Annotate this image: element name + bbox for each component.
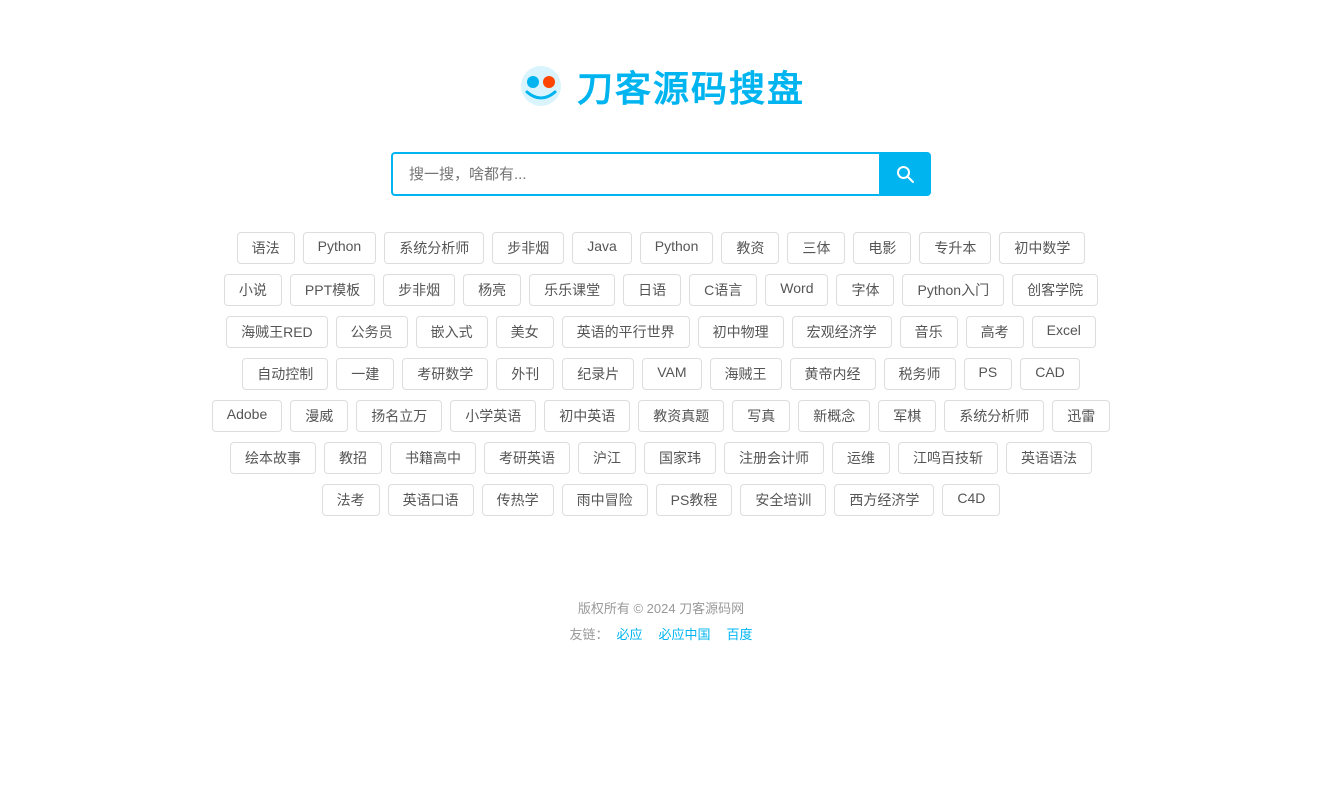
tag-item[interactable]: 宏观经济学 xyxy=(792,316,892,348)
tag-item[interactable]: 教招 xyxy=(324,442,382,474)
tag-item[interactable]: 电影 xyxy=(853,232,911,264)
tag-item[interactable]: 漫威 xyxy=(290,400,348,432)
tag-item[interactable]: 步非烟 xyxy=(383,274,455,306)
tag-item[interactable]: 绘本故事 xyxy=(230,442,316,474)
tag-item[interactable]: 江鸣百技斩 xyxy=(898,442,998,474)
tag-item[interactable]: 英语口语 xyxy=(388,484,474,516)
tags-container: 语法Python系统分析师步非烟JavaPython教资三体电影专升本初中数学小… xyxy=(211,232,1111,516)
tag-item[interactable]: 美女 xyxy=(496,316,554,348)
tag-item[interactable]: Python xyxy=(640,232,714,264)
tag-item[interactable]: 教资 xyxy=(721,232,779,264)
tag-item[interactable]: 考研数学 xyxy=(402,358,488,390)
tag-item[interactable]: 高考 xyxy=(966,316,1024,348)
tag-item[interactable]: 专升本 xyxy=(919,232,991,264)
logo-area: 刀客源码搜盘 xyxy=(517,60,805,112)
tag-item[interactable]: 英语语法 xyxy=(1006,442,1092,474)
tag-item[interactable]: PS教程 xyxy=(656,484,733,516)
tag-item[interactable]: 日语 xyxy=(623,274,681,306)
footer-link-baidu[interactable]: 百度 xyxy=(727,622,753,648)
footer: 版权所有 © 2024 刀客源码网 友链： 必应 必应中国 百度 xyxy=(569,596,752,648)
tag-item[interactable]: 杨亮 xyxy=(463,274,521,306)
footer-link-bingying[interactable]: 必应 xyxy=(616,622,642,648)
tag-item[interactable]: Python xyxy=(303,232,377,264)
tag-item[interactable]: PS xyxy=(964,358,1013,390)
tag-item[interactable]: 字体 xyxy=(836,274,894,306)
tag-item[interactable]: 语法 xyxy=(237,232,295,264)
tag-item[interactable]: C语言 xyxy=(689,274,757,306)
tag-item[interactable]: 步非烟 xyxy=(492,232,564,264)
tag-item[interactable]: Java xyxy=(572,232,632,264)
tag-item[interactable]: 扬名立万 xyxy=(356,400,442,432)
tag-item[interactable]: 小学英语 xyxy=(450,400,536,432)
tag-item[interactable]: 嵌入式 xyxy=(416,316,488,348)
tag-item[interactable]: 注册会计师 xyxy=(724,442,824,474)
tag-item[interactable]: 初中物理 xyxy=(698,316,784,348)
tag-item[interactable]: 小说 xyxy=(224,274,282,306)
footer-links: 友链： 必应 必应中国 百度 xyxy=(569,622,752,648)
tag-item[interactable]: 系统分析师 xyxy=(384,232,484,264)
site-title: 刀客源码搜盘 xyxy=(577,60,805,112)
tag-item[interactable]: 运维 xyxy=(832,442,890,474)
tag-item[interactable]: 公务员 xyxy=(336,316,408,348)
tag-item[interactable]: 创客学院 xyxy=(1012,274,1098,306)
tag-item[interactable]: Adobe xyxy=(212,400,282,432)
tag-item[interactable]: 沪江 xyxy=(578,442,636,474)
tag-item[interactable]: 初中数学 xyxy=(999,232,1085,264)
tag-item[interactable]: 海贼王 xyxy=(710,358,782,390)
tag-item[interactable]: 纪录片 xyxy=(562,358,634,390)
search-icon xyxy=(895,164,915,184)
tag-item[interactable]: 音乐 xyxy=(900,316,958,348)
search-button[interactable] xyxy=(879,152,931,196)
tag-item[interactable]: 法考 xyxy=(322,484,380,516)
search-input[interactable] xyxy=(391,152,879,196)
tag-item[interactable]: Excel xyxy=(1032,316,1096,348)
tag-item[interactable]: 外刊 xyxy=(496,358,554,390)
tag-item[interactable]: 三体 xyxy=(787,232,845,264)
tag-item[interactable]: C4D xyxy=(942,484,1000,516)
tag-item[interactable]: 雨中冒险 xyxy=(562,484,648,516)
tag-item[interactable]: 迅雷 xyxy=(1052,400,1110,432)
tag-item[interactable]: Word xyxy=(765,274,828,306)
tag-item[interactable]: 新概念 xyxy=(798,400,870,432)
tag-item[interactable]: 国家玮 xyxy=(644,442,716,474)
tag-item[interactable]: 海贼王RED xyxy=(226,316,328,348)
tag-item[interactable]: 教资真题 xyxy=(638,400,724,432)
logo-icon xyxy=(517,62,565,110)
friends-label: 友链： xyxy=(569,622,608,648)
tag-item[interactable]: 写真 xyxy=(732,400,790,432)
tag-item[interactable]: CAD xyxy=(1020,358,1080,390)
tag-item[interactable]: Python入门 xyxy=(902,274,1004,306)
tag-item[interactable]: 自动控制 xyxy=(242,358,328,390)
tag-item[interactable]: 系统分析师 xyxy=(944,400,1044,432)
tag-item[interactable]: 黄帝内经 xyxy=(790,358,876,390)
tag-item[interactable]: VAM xyxy=(642,358,701,390)
tag-item[interactable]: 书籍高中 xyxy=(390,442,476,474)
copyright-text: 版权所有 © 2024 刀客源码网 xyxy=(569,596,752,622)
tag-item[interactable]: PPT模板 xyxy=(290,274,375,306)
search-bar xyxy=(391,152,931,196)
tag-item[interactable]: 初中英语 xyxy=(544,400,630,432)
tag-item[interactable]: 西方经济学 xyxy=(834,484,934,516)
tag-item[interactable]: 传热学 xyxy=(482,484,554,516)
tag-item[interactable]: 税务师 xyxy=(884,358,956,390)
tag-item[interactable]: 英语的平行世界 xyxy=(562,316,690,348)
tag-item[interactable]: 乐乐课堂 xyxy=(529,274,615,306)
tag-item[interactable]: 安全培训 xyxy=(740,484,826,516)
tag-item[interactable]: 一建 xyxy=(336,358,394,390)
tag-item[interactable]: 考研英语 xyxy=(484,442,570,474)
tag-item[interactable]: 军棋 xyxy=(878,400,936,432)
footer-link-bingchina[interactable]: 必应中国 xyxy=(659,622,711,648)
